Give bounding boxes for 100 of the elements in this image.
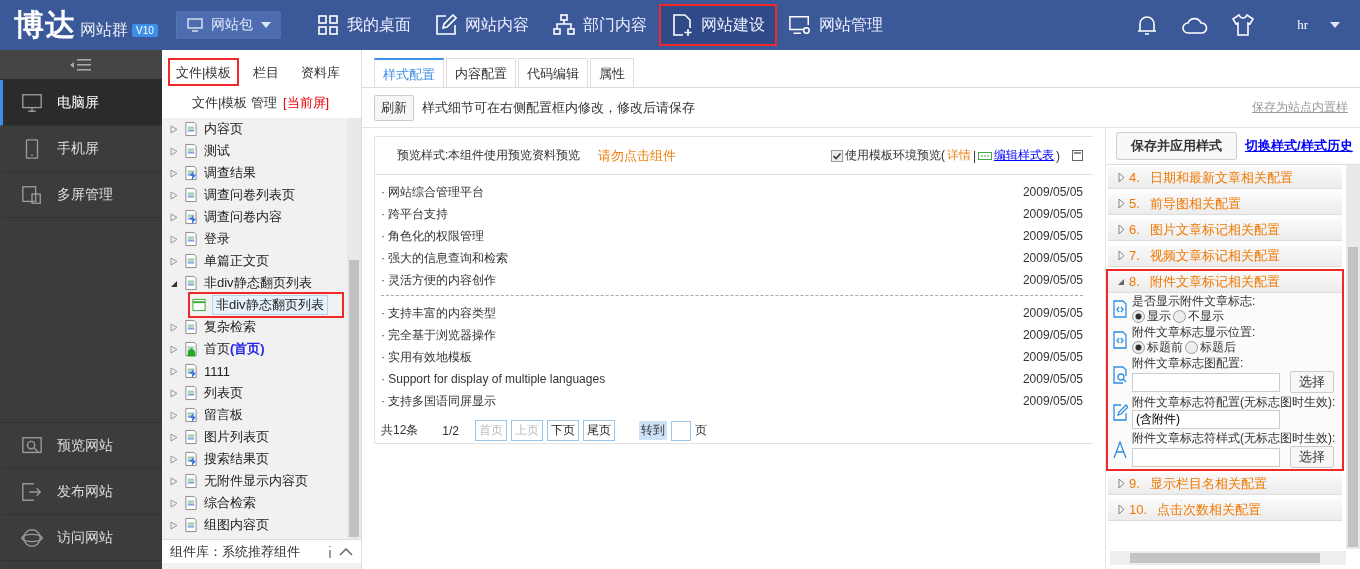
shirt-icon[interactable] [1231,13,1256,37]
code-document-icon [1112,330,1128,349]
edit-stylesheet-link[interactable]: 编辑样式表 [994,147,1054,164]
checkbox[interactable] [830,149,843,162]
lightning-document-icon [184,209,198,225]
tree-item[interactable]: 单篇正文页 [204,252,269,270]
separator-text: | [972,148,976,163]
article-link[interactable]: · 支持多国语同屏显示 [381,392,497,410]
horizontal-scrollbar[interactable] [1110,551,1346,565]
tree-item[interactable]: 列表页 [204,384,243,402]
collapsed-triangle-icon[interactable] [170,366,178,376]
collapsed-triangle-icon[interactable] [170,234,178,244]
tab[interactable]: 属性 [590,58,634,87]
collapsed-triangle-icon[interactable] [170,476,178,486]
scrollbar[interactable] [1346,165,1360,549]
document-icon [184,495,198,511]
tree-item[interactable]: 非div静态翻页列表 [212,295,328,315]
page-indicator: 1/2 [442,423,460,438]
collapsed-triangle-icon[interactable] [170,322,178,332]
article-link[interactable]: · 强大的信息查询和检索 [381,249,509,267]
tree-item[interactable]: 调查问卷列表页 [204,186,295,204]
save-apply-button[interactable]: 保存并应用样式 [1116,132,1237,160]
nav-item[interactable]: 部门内容 [540,0,659,50]
tree-item[interactable]: 调查结果 [204,164,256,182]
collapsed-triangle-icon[interactable] [170,454,178,464]
scrollbar[interactable] [347,118,361,539]
page-suffix: 页 [695,422,708,439]
nav-item[interactable]: 网站管理 [776,0,895,50]
collapsed-triangle-icon[interactable] [170,520,178,530]
tree-item[interactable]: 复杂检索 [204,318,256,336]
tab[interactable]: 内容配置 [446,58,516,87]
tree-item[interactable]: 1111 [204,363,231,379]
article-link[interactable]: · 跨平台支持 [381,205,449,223]
tab[interactable]: 代码编辑 [518,58,588,87]
page-plus-icon [670,14,693,36]
nav-item[interactable]: 网站建设 [658,4,777,46]
radio-button[interactable] [1132,340,1145,354]
pager-button[interactable]: 下页 [547,420,580,441]
collapsed-triangle-icon[interactable] [170,432,178,442]
sidebar-item[interactable]: 电脑屏 [0,80,162,126]
choose-button[interactable]: 选择 [1290,446,1334,468]
tree-item[interactable]: 登录 [204,230,230,248]
input-field[interactable] [1132,372,1280,392]
radio-button[interactable] [1173,309,1186,323]
tree-item[interactable]: 无附件显示内容页 [204,472,308,490]
article-link[interactable]: · 灵活方便的内容创作 [381,271,497,289]
input-field[interactable] [1132,447,1280,467]
tree-item[interactable]: 测试 [204,142,230,160]
tree-item[interactable]: 首页(首页) [204,340,265,358]
tree-item[interactable]: 非div静态翻页列表 [204,274,312,292]
style-history-link[interactable]: 切换样式/样式历史 [1245,137,1353,155]
site-selector[interactable]: 网站包 [175,11,281,39]
tree-item[interactable]: 留言板 [204,406,243,424]
goto-button[interactable]: 转到 [639,421,668,440]
document-icon [184,473,198,489]
panel-tab[interactable]: 栏目 [245,58,288,86]
collapsed-triangle-icon[interactable] [170,146,178,156]
tree-item[interactable]: 综合检索 [204,494,256,512]
tab[interactable]: 样式配置 [374,58,444,87]
input-field[interactable]: (含附件) [1132,410,1280,429]
article-link[interactable]: · Support for display of multiple languages [381,372,606,386]
nav-item[interactable]: 我的桌面 [304,0,423,50]
collapsed-triangle-icon[interactable] [170,124,178,134]
collapsed-triangle-icon[interactable] [170,498,178,508]
document-icon [184,121,198,137]
document-icon [184,143,198,159]
tree-item[interactable]: 组图内容页 [204,516,269,534]
tree-item[interactable]: 内容页 [204,120,243,138]
collapsed-triangle-icon[interactable] [170,256,178,266]
window-icon [192,297,206,313]
tree-item[interactable]: 搜索结果页 [204,450,269,468]
collapsed-triangle-icon[interactable] [170,388,178,398]
panel-tab[interactable]: 文件|模板 [168,58,240,86]
article-link[interactable]: · 支持丰富的内容类型 [381,304,497,322]
user-menu[interactable]: hr [1297,17,1308,33]
chevron-up-icon[interactable] [339,546,353,557]
pager-button[interactable]: 尾页 [583,420,616,441]
tree-item[interactable]: 图片列表页 [204,428,269,446]
article-link[interactable]: · 网站综合管理平台 [381,183,485,201]
collapsed-triangle-icon[interactable] [170,212,178,222]
article-link[interactable]: · 完全基于浏览器操作 [381,326,497,344]
choose-button[interactable]: 选择 [1290,371,1334,393]
article-link[interactable]: · 角色化的权限管理 [381,227,485,245]
panel-tab[interactable]: 资料库 [293,58,349,86]
collapse-icon[interactable] [70,57,92,72]
panel-title: 文件|模板 管理 [192,95,277,110]
radio-button[interactable] [1132,309,1145,323]
collapsed-triangle-icon[interactable] [170,410,178,420]
tree-item[interactable]: 调查问卷内容 [204,208,282,226]
radio-button[interactable] [1185,340,1198,354]
article-link[interactable]: · 实用有效地模板 [381,348,473,366]
article-date: 2009/05/05 [1022,372,1083,386]
preview-label: 预览样式:本组件使用预览资料预览 [397,147,581,164]
maximize-icon[interactable] [1072,150,1083,161]
collapsed-triangle-icon[interactable] [170,344,178,354]
page-input[interactable] [671,420,692,441]
nav-item[interactable]: 网站内容 [422,0,541,50]
refresh-button[interactable]: 刷新 [374,94,414,121]
collapsed-triangle-icon[interactable] [170,190,178,200]
collapsed-triangle-icon[interactable] [170,168,178,178]
